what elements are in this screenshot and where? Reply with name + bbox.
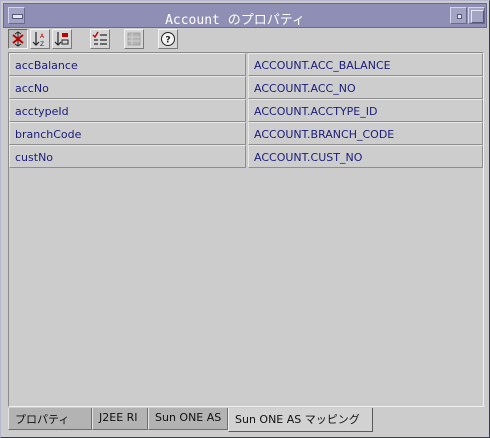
property-row[interactable]: accNo ACCOUNT.ACC_NO bbox=[9, 76, 483, 99]
window-title: Account のプロパティ bbox=[165, 13, 305, 28]
unsort-icon bbox=[12, 31, 24, 47]
property-value[interactable]: ACCOUNT.ACCTYPE_ID bbox=[248, 99, 483, 122]
property-name[interactable]: acctypeId bbox=[9, 99, 246, 122]
svg-text:Z: Z bbox=[40, 41, 44, 47]
property-table: accBalance ACCOUNT.ACC_BALANCE accNo ACC… bbox=[8, 52, 484, 407]
tab-j2ee-ri[interactable]: J2EE RI bbox=[92, 408, 148, 430]
minimize-button[interactable] bbox=[450, 7, 467, 24]
tab-sun-one-as[interactable]: Sun ONE AS bbox=[148, 408, 228, 430]
unsorted-button[interactable] bbox=[8, 29, 28, 49]
property-name[interactable]: branchCode bbox=[9, 122, 246, 145]
checklist-icon bbox=[92, 31, 107, 45]
property-value[interactable]: ACCOUNT.BRANCH_CODE bbox=[248, 122, 483, 145]
property-row[interactable]: branchCode ACCOUNT.BRANCH_CODE bbox=[9, 122, 483, 145]
help-icon: ? bbox=[161, 32, 175, 46]
property-name[interactable]: accNo bbox=[9, 76, 246, 99]
property-row[interactable]: acctypeId ACCOUNT.ACCTYPE_ID bbox=[9, 99, 483, 122]
show-editable-button[interactable] bbox=[90, 29, 110, 49]
sort-by-name-icon: A Z bbox=[32, 32, 45, 47]
title-bar[interactable]: Account のプロパティ bbox=[3, 3, 487, 28]
sort-by-type-icon bbox=[54, 32, 69, 46]
maximize-button[interactable] bbox=[468, 7, 485, 24]
window-menu-button[interactable] bbox=[8, 7, 25, 24]
tab-properties[interactable]: プロパティ bbox=[8, 408, 92, 430]
property-value[interactable]: ACCOUNT.ACC_BALANCE bbox=[248, 53, 483, 76]
property-sheet-window: Account のプロパティ A Z ? accBalance ACCOUNT.… bbox=[0, 0, 490, 438]
tab-sun-one-as-mapping[interactable]: Sun ONE AS マッピング bbox=[228, 408, 373, 432]
property-row[interactable]: custNo ACCOUNT.CUST_NO bbox=[9, 145, 483, 168]
property-name[interactable]: accBalance bbox=[9, 53, 246, 76]
property-name[interactable]: custNo bbox=[9, 145, 246, 168]
toolbar: A Z ? bbox=[6, 29, 486, 51]
sort-by-type-button[interactable] bbox=[52, 29, 72, 49]
svg-text:A: A bbox=[40, 33, 45, 40]
customize-button[interactable] bbox=[124, 29, 144, 49]
property-value[interactable]: ACCOUNT.CUST_NO bbox=[248, 145, 483, 168]
property-value[interactable]: ACCOUNT.ACC_NO bbox=[248, 76, 483, 99]
help-button[interactable]: ? bbox=[158, 29, 178, 49]
tab-strip: プロパティ J2EE RI Sun ONE AS Sun ONE AS マッピン… bbox=[8, 408, 484, 432]
grid-icon bbox=[127, 32, 141, 46]
svg-text:?: ? bbox=[165, 36, 170, 46]
sort-by-name-button[interactable]: A Z bbox=[30, 29, 50, 49]
property-row[interactable]: accBalance ACCOUNT.ACC_BALANCE bbox=[9, 53, 483, 76]
